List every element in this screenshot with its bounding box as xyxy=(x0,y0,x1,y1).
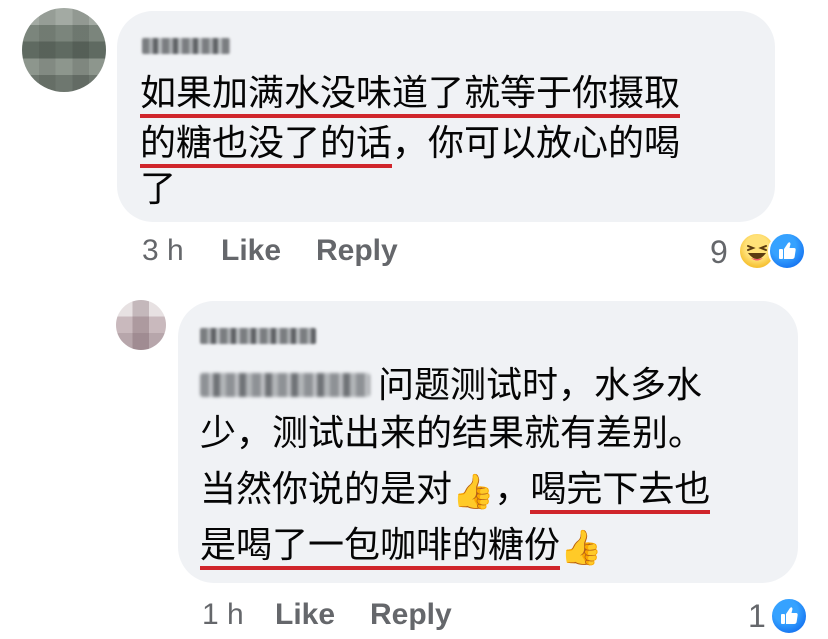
underlined-text: 是喝了一包咖啡的糖份 xyxy=(200,525,561,570)
reply-text: 少，测试出来的结果就有差别。 xyxy=(200,413,705,454)
reaction-count: 9 xyxy=(710,234,728,270)
underlined-text: 如果加满水没味道了就等于你摄取 xyxy=(140,73,681,118)
underlined-text: 喝完下去也 xyxy=(530,469,711,514)
comment-text-line: 了 xyxy=(140,166,176,214)
reply-timestamp[interactable]: 1 h xyxy=(202,598,244,632)
mention-tag-redacted[interactable] xyxy=(200,373,370,397)
reply-text-line: 是喝了一包咖啡的糖份👍 xyxy=(200,522,602,570)
reply-button[interactable]: Reply xyxy=(316,234,398,268)
reply-text: 问题测试时，水多水 xyxy=(378,365,703,406)
comment-timestamp[interactable]: 3 h xyxy=(142,234,184,268)
like-button[interactable]: Like xyxy=(221,234,281,268)
comment-actions: 3 h Like Reply xyxy=(0,234,828,274)
comment-text: ，你可以放心的喝 xyxy=(392,123,681,164)
reply-commenter-name-redacted[interactable] xyxy=(200,328,316,344)
comment-text-line: 的糖也没了的话，你可以放心的喝 xyxy=(140,120,680,168)
commenter-avatar[interactable] xyxy=(22,8,106,92)
reply-text: ， xyxy=(494,469,531,510)
underlined-text: 的糖也没了的话 xyxy=(140,123,393,168)
like-icon xyxy=(770,597,808,635)
reaction-count: 1 xyxy=(748,598,766,634)
like-button[interactable]: Like xyxy=(275,598,335,632)
reply-button[interactable]: Reply xyxy=(370,598,452,632)
comment-text: 了 xyxy=(140,169,177,210)
thumbs-up-emoji-icon: 👍 xyxy=(560,528,603,568)
reply-text-line: 当然你说的是对👍，喝完下去也 xyxy=(200,466,711,514)
thumbs-up-emoji-icon: 👍 xyxy=(452,472,495,512)
commenter-name-redacted[interactable] xyxy=(142,38,230,54)
reply-actions: 1 h Like Reply xyxy=(0,598,828,638)
like-icon xyxy=(768,232,806,270)
reply-text: 当然你说的是对 xyxy=(200,469,453,510)
comment-text-line: 如果加满水没味道了就等于你摄取 xyxy=(140,70,681,118)
reply-commenter-avatar[interactable] xyxy=(116,300,166,350)
reply-text-line: 少，测试出来的结果就有差别。 xyxy=(200,410,704,458)
reply-text-line: 问题测试时，水多水 xyxy=(378,362,702,410)
